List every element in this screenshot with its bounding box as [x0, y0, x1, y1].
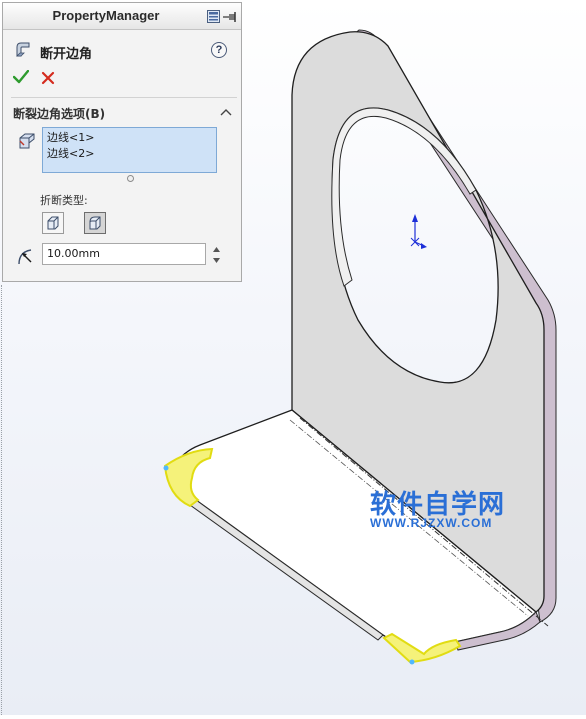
distance-input[interactable]: 10.00mm: [42, 243, 206, 265]
chevron-up-icon[interactable]: [220, 108, 232, 116]
help-icon[interactable]: ?: [211, 42, 227, 58]
break-corner-feature-icon: [16, 42, 30, 57]
property-manager-header: PropertyManager: [3, 3, 241, 30]
list-item[interactable]: 边线<1>: [47, 130, 212, 146]
hole-rim[interactable]: [331, 107, 477, 287]
property-manager-title: PropertyManager: [52, 8, 160, 23]
edge-selection-list[interactable]: 边线<1> 边线<2>: [42, 127, 217, 173]
section-header-break-corner-options[interactable]: 断裂边角选项(B): [13, 105, 105, 122]
list-resize-handle[interactable]: [127, 175, 134, 182]
break-type-label: 折断类型:: [40, 194, 88, 207]
layout-icon[interactable]: [207, 10, 220, 23]
watermark-url: WWW.RJZXW.COM: [370, 516, 493, 530]
feature-title: 断开边角: [40, 47, 93, 62]
distance-icon: [18, 249, 32, 265]
edge-vertex-1: [163, 465, 169, 471]
spinner-up-icon[interactable]: [212, 246, 221, 253]
origin-triad-icon: [410, 214, 427, 249]
edge-vertex-2: [409, 659, 415, 665]
property-manager-panel: PropertyManager 断开边角 ? 断裂边角选项(B) 边线<1> 边…: [2, 2, 242, 282]
panel-divider: [11, 97, 237, 98]
ok-button[interactable]: [13, 70, 29, 84]
fillet-icon: [89, 216, 101, 230]
edges-selection-icon: [19, 133, 35, 149]
viewport-edge-guide: [1, 285, 2, 715]
checkmark-icon: [13, 70, 29, 84]
cancel-button[interactable]: [41, 71, 55, 85]
chamfer-icon: [47, 216, 59, 230]
spinner-down-icon[interactable]: [212, 257, 221, 264]
fillet-type-button[interactable]: [84, 212, 106, 234]
pin-icon[interactable]: [223, 12, 239, 22]
close-icon: [41, 71, 55, 85]
list-item[interactable]: 边线<2>: [47, 146, 212, 162]
chamfer-type-button[interactable]: [42, 212, 64, 234]
